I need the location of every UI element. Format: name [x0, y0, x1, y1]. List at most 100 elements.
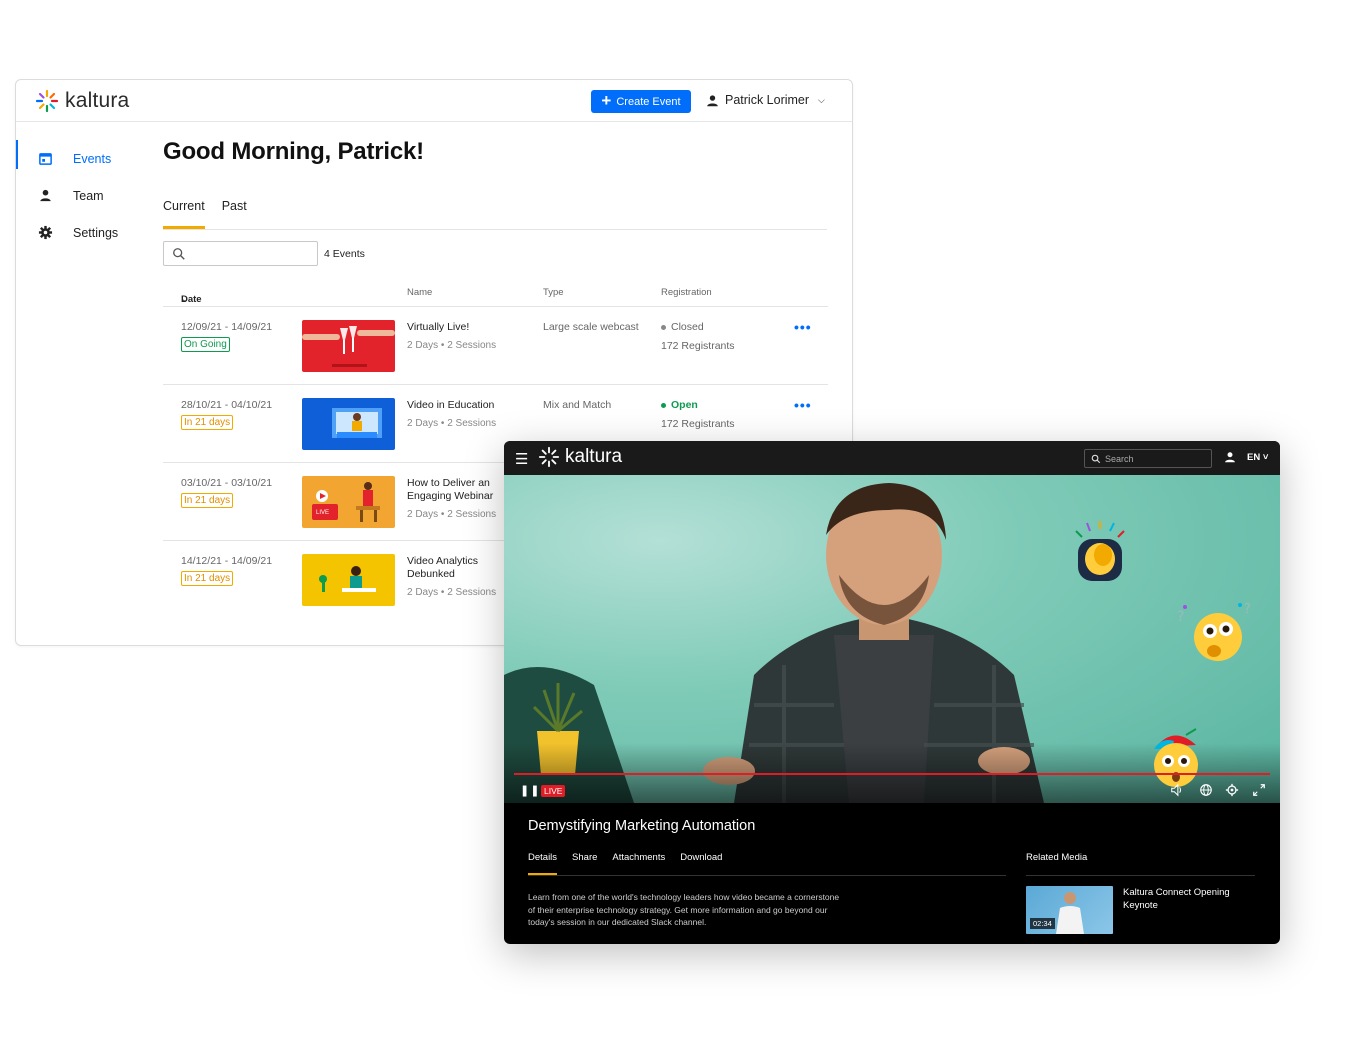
event-name[interactable]: How to Deliver an Engaging Webinar: [407, 477, 507, 503]
sidebar-item-label: Events: [73, 151, 112, 166]
column-type: Type: [543, 287, 564, 298]
event-meta: 2 Days • 2 Sessions: [407, 587, 496, 598]
clapping-hands-icon: [1075, 521, 1125, 581]
event-meta: 2 Days • 2 Sessions: [407, 509, 496, 520]
event-thumbnail[interactable]: LIVE: [302, 476, 395, 528]
create-event-button[interactable]: + Create Event: [591, 90, 691, 113]
chevron-down-icon: ⌵: [818, 94, 825, 105]
search-icon: [1091, 454, 1101, 463]
column-registration: Registration: [661, 287, 712, 298]
tab-download[interactable]: Download: [680, 852, 722, 875]
event-duration: 2 Days: [407, 340, 439, 351]
menu-icon[interactable]: ☰: [515, 450, 528, 468]
event-sessions: 2 Sessions: [447, 587, 497, 598]
chevron-down-icon: ˅: [1260, 452, 1269, 463]
chevron-down-icon: ⌄: [181, 294, 189, 305]
registration-status-label: Closed: [671, 321, 704, 333]
sidebar: Events Team Settings: [16, 140, 146, 251]
table-header: Date ⌄ Name Type Registration: [163, 280, 828, 307]
registration-status: Closed: [661, 321, 704, 333]
related-media-thumbnail[interactable]: 02:34: [1026, 886, 1113, 934]
user-menu[interactable]: Patrick Lorimer ⌵: [706, 93, 825, 107]
event-name[interactable]: Virtually Live!: [407, 321, 507, 334]
language-selector[interactable]: EN ˅: [1247, 452, 1268, 463]
sidebar-item-label: Team: [73, 188, 104, 203]
person-icon: [40, 189, 51, 202]
registrants-count: 172 Registrants: [661, 418, 735, 430]
user-icon[interactable]: [1224, 451, 1236, 463]
create-event-label: Create Event: [616, 95, 681, 108]
sidebar-item-team[interactable]: Team: [16, 177, 146, 214]
event-name[interactable]: Video in Education: [407, 399, 507, 412]
event-sessions: 2 Sessions: [447, 509, 497, 520]
analytics-thumbnail-image: [302, 554, 395, 606]
more-options-icon[interactable]: •••: [794, 319, 812, 335]
video-title: Demystifying Marketing Automation: [528, 818, 756, 834]
search-icon: [173, 248, 185, 260]
fullscreen-icon[interactable]: [1252, 783, 1266, 797]
video-description: Learn from one of the world's technology…: [528, 892, 840, 927]
svg-text:?: ?: [1244, 602, 1251, 617]
plus-icon: +: [601, 91, 612, 110]
toast-thumbnail-image: [302, 320, 395, 372]
kaltura-logo-icon: [35, 89, 59, 113]
tab-current[interactable]: Current: [163, 198, 205, 229]
status-dot-icon: [661, 324, 666, 330]
registration-status-label: Open: [671, 399, 698, 411]
event-date: 28/10/21 - 04/10/21: [181, 399, 273, 411]
dot-separator-icon: •: [440, 587, 445, 598]
event-name[interactable]: Video Analytics Debunked: [407, 555, 507, 581]
player-search-input[interactable]: Search: [1084, 449, 1212, 468]
settings-gear-icon[interactable]: [1225, 783, 1239, 797]
event-thumbnail[interactable]: [302, 554, 395, 606]
related-media-title[interactable]: Kaltura Connect Opening Keynote: [1123, 887, 1248, 912]
registration-status: Open: [661, 399, 698, 411]
sidebar-item-events[interactable]: Events: [16, 140, 146, 177]
user-icon: [707, 94, 718, 106]
calendar-icon: [39, 153, 52, 165]
tab-details[interactable]: Details: [528, 852, 558, 875]
event-meta: 2 Days • 2 Sessions: [407, 340, 496, 351]
registrants-count: 172 Registrants: [661, 340, 735, 352]
dot-separator-icon: •: [440, 418, 445, 429]
tab-attachments[interactable]: Attachments: [612, 852, 665, 875]
event-thumbnail[interactable]: [302, 398, 395, 450]
event-thumbnail[interactable]: [302, 320, 395, 372]
live-badge: LIVE: [541, 785, 566, 797]
search-input[interactable]: [163, 241, 318, 266]
player-header: ☰ kaltura Search EN ˅: [504, 441, 1280, 475]
status-badge: In 21 days: [181, 571, 234, 586]
pause-icon[interactable]: ❚❚: [520, 784, 540, 797]
sidebar-item-label: Settings: [73, 225, 119, 240]
live-sign-icon: LIVE: [316, 510, 330, 516]
table-row[interactable]: 12/09/21 - 14/09/21 On Going Virtually L…: [163, 307, 828, 385]
event-duration: 2 Days: [407, 509, 439, 520]
webinar-thumbnail-image: [302, 476, 395, 528]
svg-text:?: ?: [1177, 609, 1184, 625]
user-name: Patrick Lorimer: [725, 93, 810, 107]
more-options-icon[interactable]: •••: [794, 397, 812, 413]
status-badge: In 21 days: [181, 415, 234, 430]
kaltura-logo-text: kaltura: [65, 89, 130, 112]
sidebar-item-settings[interactable]: Settings: [16, 214, 146, 251]
tab-past[interactable]: Past: [222, 198, 247, 229]
event-type: Mix and Match: [543, 399, 612, 411]
related-media-heading: Related Media: [1026, 852, 1255, 876]
globe-icon[interactable]: [1199, 783, 1213, 797]
kaltura-logo[interactable]: kaltura: [538, 446, 622, 468]
player-tabs: Details Share Attachments Download: [528, 852, 1006, 876]
surprised-face-icon: [1154, 728, 1198, 787]
page-title: Good Morning, Patrick!: [163, 138, 424, 165]
event-date: 12/09/21 - 14/09/21: [181, 321, 273, 333]
event-meta: 2 Days • 2 Sessions: [407, 418, 496, 429]
video-stage[interactable]: ? ? ❚❚ LIVE: [504, 475, 1280, 803]
tab-share[interactable]: Share: [572, 852, 597, 875]
event-type: Large scale webcast: [543, 321, 639, 333]
kaltura-logo[interactable]: kaltura: [35, 89, 129, 113]
event-tabs: Current Past: [163, 198, 827, 230]
media-duration: 02:34: [1030, 918, 1055, 929]
live-progress-bar[interactable]: [514, 773, 1270, 775]
kaltura-logo-icon: [538, 446, 560, 468]
volume-icon[interactable]: [1170, 783, 1184, 797]
status-badge: On Going: [181, 337, 230, 352]
